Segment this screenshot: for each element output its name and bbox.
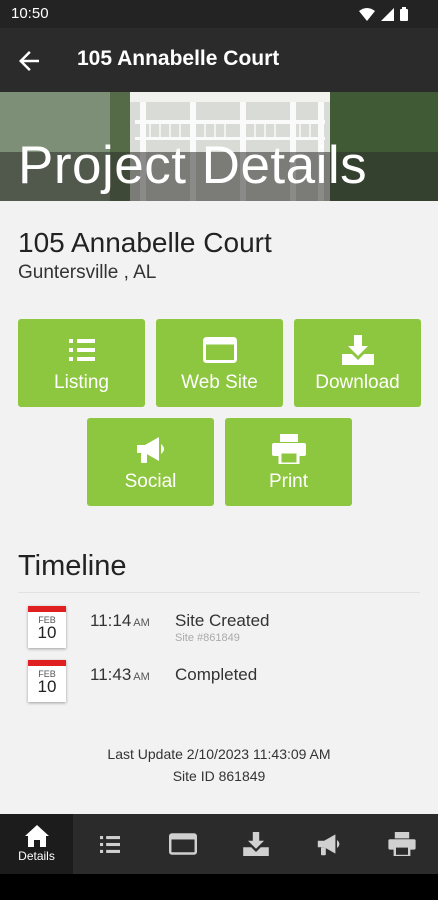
nav-website[interactable] — [146, 814, 219, 874]
calendar-day: 10 — [37, 677, 57, 696]
wifi-icon — [359, 7, 375, 21]
social-label: Social — [124, 471, 177, 492]
arrow-back-icon — [19, 51, 39, 71]
signal-icon — [381, 7, 394, 21]
megaphone-icon — [317, 834, 339, 856]
download-icon — [341, 335, 374, 365]
listing-button[interactable]: Listing — [18, 319, 145, 407]
nav-listing[interactable] — [73, 814, 146, 874]
calendar-icon: FEB 10 — [28, 660, 66, 702]
status-bar: 10:50 — [0, 0, 438, 28]
bottom-nav: Details — [0, 814, 438, 874]
print-button[interactable]: Print — [225, 418, 352, 506]
calendar-icon: FEB 10 — [28, 606, 66, 648]
timeline-event: Site Created — [175, 611, 270, 630]
nav-print[interactable] — [365, 814, 438, 874]
status-icons — [359, 7, 408, 21]
property-address: 105 Annabelle Court — [18, 227, 272, 258]
list-icon — [99, 835, 120, 853]
nav-social[interactable] — [292, 814, 365, 874]
megaphone-icon — [136, 437, 164, 463]
site-id-text: Site ID 861849 — [172, 768, 266, 784]
download-button[interactable]: Download — [294, 319, 421, 407]
website-button[interactable]: Web Site — [156, 319, 283, 407]
timeline-time-value: 11:14 — [90, 611, 132, 630]
timeline-ampm: AM — [133, 617, 150, 629]
nav-details[interactable]: Details — [0, 814, 73, 874]
hero-banner: Project Details — [0, 92, 438, 201]
timeline-time-value: 11:43 — [90, 665, 132, 684]
print-label: Print — [268, 471, 309, 492]
property-city: Guntersville , AL — [18, 262, 157, 283]
timeline-ampm: AM — [133, 671, 150, 683]
status-time: 10:50 — [11, 5, 49, 22]
timeline-time: 11:14 AM — [90, 611, 150, 631]
system-gesture-bar — [0, 874, 438, 900]
timeline-divider — [18, 592, 420, 593]
website-label: Web Site — [181, 372, 258, 393]
nav-download[interactable] — [219, 814, 292, 874]
timeline-title: Timeline — [18, 550, 127, 582]
home-icon — [24, 825, 49, 847]
social-button[interactable]: Social — [87, 418, 214, 506]
list-icon — [68, 339, 95, 361]
printer-icon — [271, 434, 306, 464]
last-update-text: Last Update 2/10/2023 11:43:09 AM — [107, 746, 331, 762]
battery-icon — [400, 7, 408, 21]
nav-details-label: Details — [18, 849, 55, 863]
timeline-event: Completed — [175, 665, 258, 684]
download-label: Download — [315, 372, 400, 393]
browser-window-icon — [202, 337, 237, 363]
back-button[interactable] — [14, 46, 44, 76]
timeline-event-sub: Site #861849 — [175, 632, 240, 644]
listing-label: Listing — [54, 372, 109, 393]
printer-icon — [387, 832, 416, 856]
download-icon — [242, 832, 269, 856]
calendar-day: 10 — [37, 623, 57, 642]
browser-window-icon — [168, 833, 197, 855]
timeline-time: 11:43 AM — [90, 665, 150, 685]
app-bar: 105 Annabelle Court — [0, 28, 438, 92]
app-bar-title: 105 Annabelle Court — [77, 47, 280, 70]
hero-title: Project Details — [18, 136, 368, 195]
